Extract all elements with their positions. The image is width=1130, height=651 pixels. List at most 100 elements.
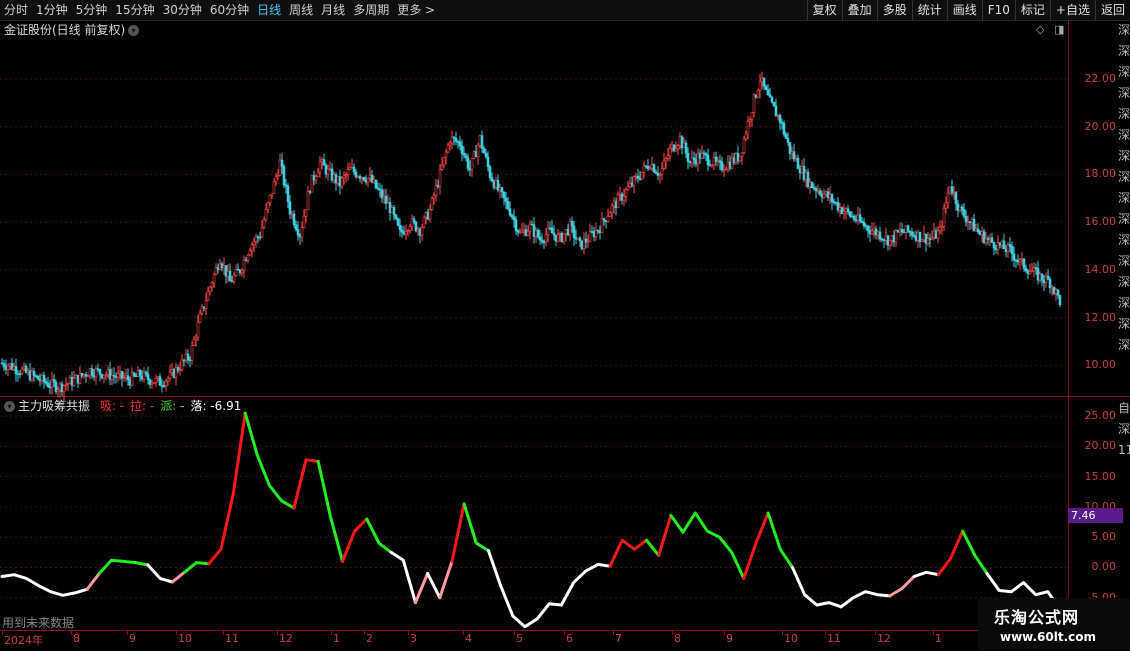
candle-body bbox=[250, 244, 254, 251]
watermark-title: 乐淘公式网 bbox=[994, 608, 1080, 627]
indicator-line-segment bbox=[85, 572, 101, 591]
date-tick-mark bbox=[672, 631, 673, 635]
indicator-tick-label: 0.00 bbox=[1091, 560, 1117, 574]
indicator-tick-label: 15.00 bbox=[1084, 469, 1117, 483]
candle-body bbox=[432, 195, 436, 199]
price-tick-label: 22.00 bbox=[1084, 71, 1117, 85]
candle-body bbox=[862, 222, 866, 227]
candle-body bbox=[1010, 246, 1014, 255]
candle-body bbox=[248, 250, 252, 256]
date-tick-label: 7 bbox=[615, 632, 622, 645]
indicator-line-segment bbox=[341, 517, 369, 563]
indicator-line-segment bbox=[438, 559, 454, 600]
indicator-line-segment bbox=[207, 411, 247, 566]
candle-body bbox=[942, 207, 946, 227]
candle-body bbox=[206, 291, 210, 302]
chevron-down-icon[interactable]: ▾ bbox=[128, 25, 140, 36]
candle-body bbox=[20, 368, 24, 375]
date-axis: 2024年 8 9 10 11 12 1 2 3 4 5 6 7 8 9 10 11 12 1 bbox=[0, 630, 1068, 651]
candle-body bbox=[98, 369, 102, 375]
indicator-item-2: 派: - bbox=[160, 399, 185, 413]
indicator-line-segment bbox=[450, 502, 466, 563]
candle-body bbox=[608, 212, 612, 217]
chevron-down-icon[interactable]: ▾ bbox=[4, 401, 15, 412]
candle-body bbox=[106, 369, 110, 375]
candle-body bbox=[470, 157, 474, 171]
candle-body bbox=[342, 175, 346, 179]
candle-body bbox=[610, 205, 614, 213]
candle-body bbox=[936, 230, 940, 239]
candle-body bbox=[964, 215, 968, 223]
candle-body bbox=[488, 166, 492, 178]
candle-body bbox=[164, 380, 168, 387]
candle-body bbox=[692, 157, 696, 161]
candle-body bbox=[752, 94, 756, 113]
date-tick-label: 12 bbox=[279, 632, 293, 645]
candle-body bbox=[156, 376, 160, 379]
current-value-badge: 7.46 bbox=[1068, 508, 1123, 523]
date-tick-label: 9 bbox=[129, 632, 136, 645]
candle-body bbox=[102, 375, 106, 379]
date-tick-mark bbox=[564, 631, 565, 635]
price-tick-label: 10.00 bbox=[1084, 358, 1117, 372]
indicator-line-segment bbox=[669, 511, 721, 539]
panel-controls: ◇ ◨ bbox=[1036, 23, 1064, 36]
candle-body bbox=[160, 385, 164, 387]
candle-body bbox=[188, 359, 192, 361]
date-tick-label: 1 bbox=[333, 632, 340, 645]
candle-body bbox=[504, 197, 508, 202]
date-tick-mark bbox=[875, 631, 876, 635]
candle-body bbox=[204, 300, 208, 309]
candle-body bbox=[346, 169, 350, 175]
candle-body bbox=[486, 156, 490, 168]
candle-body bbox=[392, 207, 396, 216]
candle-body bbox=[64, 384, 68, 386]
indicator-line-segment bbox=[389, 550, 417, 605]
diamond-icon[interactable]: ◇ bbox=[1036, 23, 1044, 36]
candle-body bbox=[858, 214, 862, 222]
indicator-item-3: 落: -6.91 bbox=[190, 399, 242, 413]
candle-body bbox=[446, 144, 450, 153]
date-tick-label: 2024年 bbox=[4, 634, 43, 647]
candle-body bbox=[100, 373, 104, 379]
date-tick-label: 2 bbox=[366, 632, 373, 645]
candle-body bbox=[562, 233, 566, 242]
candle-body bbox=[944, 202, 948, 209]
candle-body bbox=[626, 186, 630, 190]
candle-body bbox=[96, 368, 100, 371]
candle-body bbox=[316, 171, 320, 177]
candle-body bbox=[150, 382, 154, 385]
candle-body bbox=[764, 85, 768, 90]
candle-body bbox=[484, 152, 488, 158]
candle-body bbox=[490, 177, 494, 182]
candle-body bbox=[144, 371, 148, 375]
date-tick-label: 11 bbox=[225, 632, 239, 645]
date-tick-label: 8 bbox=[674, 632, 681, 645]
candle-body bbox=[194, 336, 198, 340]
candle-body bbox=[738, 156, 742, 162]
candle-body bbox=[1050, 286, 1054, 289]
candle-body bbox=[178, 369, 182, 371]
candle-body bbox=[166, 378, 170, 382]
candle-body bbox=[10, 363, 14, 370]
indicator-line-segment bbox=[645, 538, 661, 557]
candle-body bbox=[1002, 240, 1006, 250]
candle-body bbox=[852, 215, 856, 220]
window-toggle-icon[interactable]: ◨ bbox=[1054, 23, 1064, 36]
candle-body bbox=[86, 375, 90, 378]
candle-body bbox=[796, 157, 800, 169]
candle-body bbox=[686, 152, 690, 162]
candle-body bbox=[186, 353, 190, 360]
candle-body bbox=[66, 383, 70, 385]
candle-body bbox=[218, 263, 222, 270]
candle-body bbox=[476, 144, 480, 158]
candle-body bbox=[662, 160, 666, 169]
date-tick-label: 4 bbox=[465, 632, 472, 645]
candle-body bbox=[990, 237, 994, 243]
candle-body bbox=[62, 385, 66, 393]
candle-body bbox=[2, 363, 6, 368]
date-tick-label: 10 bbox=[178, 632, 192, 645]
candle-body bbox=[226, 270, 230, 277]
indicator-line-segment bbox=[559, 562, 612, 607]
right-side-strip-lower: 自深1111111 bbox=[1118, 401, 1130, 457]
